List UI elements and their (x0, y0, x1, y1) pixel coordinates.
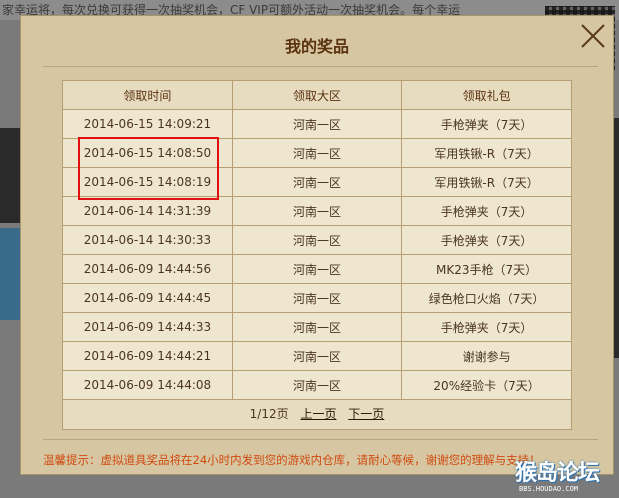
cell-gift: 谢谢参与 (401, 341, 571, 371)
cell-region: 河南一区 (231, 196, 403, 226)
background-left-panel (0, 128, 20, 223)
table-row: 2014-06-09 14:44:08 河南一区 20%经验卡（7天） (63, 370, 571, 400)
cell-gift: 手枪弹夹（7天） (401, 312, 571, 342)
background-left-panel-blue (0, 228, 20, 320)
cell-region: 河南一区 (231, 167, 403, 197)
tip-divider (43, 439, 598, 440)
title-divider (43, 66, 598, 67)
cell-time: 2014-06-09 14:44:45 (63, 283, 233, 313)
table-row: 2014-06-09 14:44:56 河南一区 MK23手枪（7天） (63, 254, 571, 284)
watermark-title: 猴岛论坛 (515, 461, 600, 486)
cell-time: 2014-06-09 14:44:56 (63, 254, 233, 284)
watermark-url: BBS.HOUDAO.COM (519, 485, 579, 493)
cell-region: 河南一区 (231, 109, 403, 139)
table-row: 2014-06-14 14:30:33 河南一区 手枪弹夹（7天） (63, 225, 571, 255)
table-row: 2014-06-14 14:31:39 河南一区 手枪弹夹（7天） (63, 196, 571, 226)
cell-time: 2014-06-09 14:44:33 (63, 312, 233, 342)
column-header-region: 领取大区 (231, 81, 403, 110)
prev-page-link[interactable]: 上一页 (300, 407, 336, 421)
cell-region: 河南一区 (231, 283, 403, 313)
annotation-highlight-box (78, 137, 219, 200)
table-row: 2014-06-09 14:44:45 河南一区 绿色枪口火焰（7天） (63, 283, 571, 313)
cell-region: 河南一区 (231, 254, 403, 284)
cell-time: 2014-06-15 14:09:21 (63, 109, 233, 139)
next-page-link[interactable]: 下一页 (348, 407, 384, 421)
cell-time: 2014-06-14 14:30:33 (63, 225, 233, 255)
cell-time: 2014-06-09 14:44:21 (63, 341, 233, 371)
cell-time: 2014-06-14 14:31:39 (63, 196, 233, 226)
cell-region: 河南一区 (231, 312, 403, 342)
table-row: 2014-06-09 14:44:21 河南一区 谢谢参与 (63, 341, 571, 371)
cell-region: 河南一区 (231, 370, 403, 400)
column-header-time: 领取时间 (63, 81, 233, 110)
close-icon[interactable] (580, 23, 606, 49)
table-row: 2014-06-15 14:09:21 河南一区 手枪弹夹（7天） (63, 109, 571, 139)
cell-gift: MK23手枪（7天） (401, 254, 571, 284)
my-prizes-dialog: 我的奖品 领取时间 领取大区 领取礼包 2014-06-15 14:09:21 … (20, 15, 614, 475)
column-header-gift: 领取礼包 (401, 81, 571, 110)
cell-region: 河南一区 (231, 341, 403, 371)
cell-time: 2014-06-09 14:44:08 (63, 370, 233, 400)
cell-gift: 军用铁锹-R（7天） (401, 167, 571, 197)
page-info: 1/12页 (249, 407, 289, 421)
pagination: 1/12页 上一页 下一页 (63, 399, 571, 429)
cell-gift: 军用铁锹-R（7天） (401, 138, 571, 168)
dialog-title: 我的奖品 (284, 37, 349, 56)
cell-gift: 手枪弹夹（7天） (401, 109, 571, 139)
warm-tip-text: 温馨提示：虚拟道具奖品将在24小时内发到您的游戏内仓库，请耐心等候，谢谢您的理解… (43, 453, 541, 467)
table-row: 2014-06-09 14:44:33 河南一区 手枪弹夹（7天） (63, 312, 571, 342)
cell-region: 河南一区 (231, 138, 403, 168)
cell-region: 河南一区 (231, 225, 403, 255)
prize-table-panel: 领取时间 领取大区 领取礼包 2014-06-15 14:09:21 河南一区 … (62, 80, 572, 430)
cell-gift: 手枪弹夹（7天） (401, 196, 571, 226)
table-header-row: 领取时间 领取大区 领取礼包 (63, 81, 571, 110)
site-watermark-logo: 猴岛论坛 BBS.HOUDAO.COM (515, 455, 619, 498)
cell-gift: 20%经验卡（7天） (401, 370, 571, 400)
prize-table: 领取时间 领取大区 领取礼包 2014-06-15 14:09:21 河南一区 … (63, 81, 571, 400)
cell-gift: 绿色枪口火焰（7天） (401, 283, 571, 313)
cell-gift: 手枪弹夹（7天） (401, 225, 571, 255)
